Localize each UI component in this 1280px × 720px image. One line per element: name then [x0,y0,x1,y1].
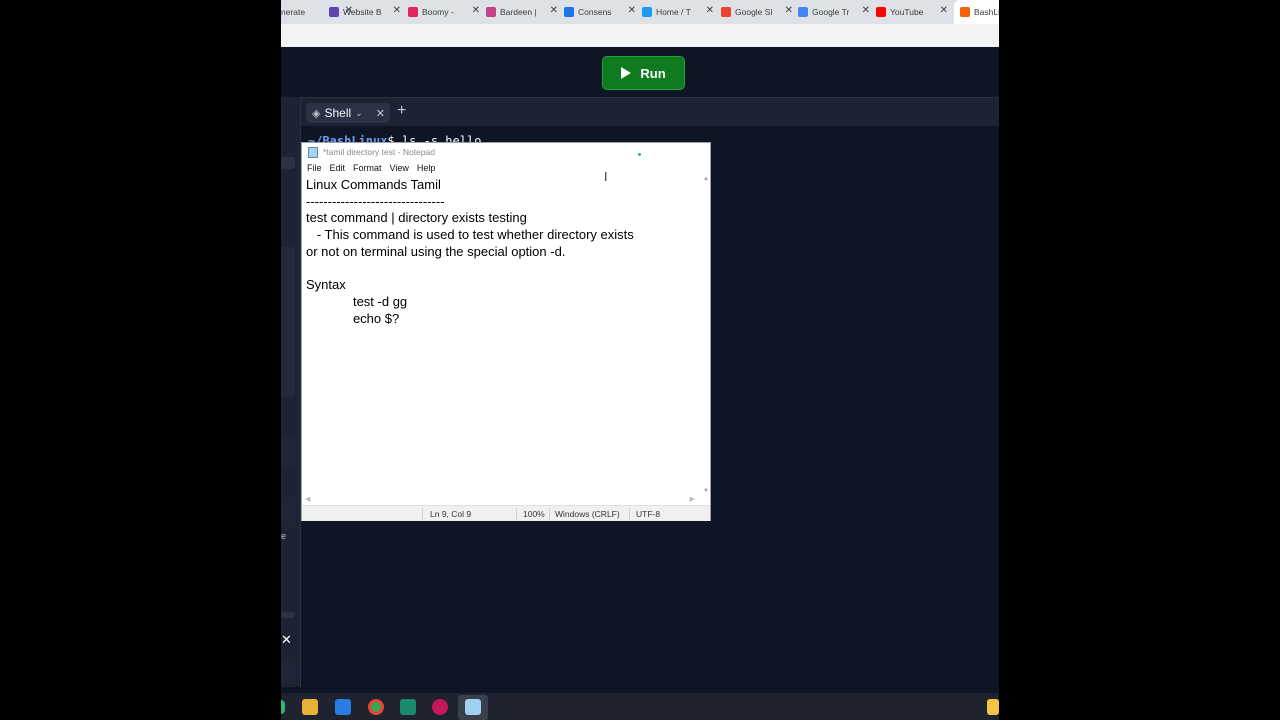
sidebar-panel-edge [281,247,295,397]
shell-icon: ◈ [312,107,321,120]
consensus-favicon [564,7,574,17]
status-divider [516,508,517,520]
tray-icon[interactable] [987,699,999,715]
close-tab-icon[interactable]: ✕ [706,5,714,16]
app-icon[interactable] [281,700,285,714]
close-tab-icon[interactable]: ✕ [376,107,385,120]
sidebar-edge-letter: e [281,531,287,541]
close-tab-icon[interactable]: ✕ [785,5,793,16]
browser-tab-strip: nerate ✕ Website B ✕ Boomy - ✕ Bardeen | ✕ Cons… [281,0,999,24]
status-position: Ln 9, Col 9 [430,509,472,519]
browser-tab[interactable]: Website B ✕ [329,3,401,21]
sidebar-item[interactable] [281,662,295,684]
close-tab-icon[interactable]: ✕ [472,5,480,16]
chrome-icon[interactable] [368,699,384,715]
notepad-status-bar: Ln 9, Col 9 100% Windows (CRLF) UTF-8 [302,505,710,521]
sidebar-item[interactable] [281,437,295,467]
notepad-text-area[interactable]: Linux Commands Tamil -------------------… [306,177,696,495]
sidebar-item[interactable] [281,612,295,618]
bardeen-favicon [486,7,496,17]
browser-tab[interactable]: BashLin [954,0,999,24]
close-tab-icon[interactable]: ✕ [628,5,636,16]
shell-tab-label: Shell [324,106,352,120]
browser-tab-label: Google Tr [812,7,850,17]
terminal-app-icon[interactable] [400,699,416,715]
close-tab-icon[interactable]: ✕ [940,5,948,16]
notepad-menu-bar: File Edit Format View Help [302,161,710,176]
vertical-scrollbar[interactable]: ▲ ▼ [701,176,710,494]
scroll-up-icon[interactable]: ▲ [703,176,709,182]
browser-tab-label: Bardeen | [500,7,537,17]
twitter-icon [642,7,652,17]
horizontal-scrollbar[interactable]: ◀ ▶ [302,495,703,504]
status-divider [422,508,423,520]
media-app-icon[interactable] [432,699,448,715]
text-cursor-icon: I [604,170,608,184]
browser-tab[interactable]: Bardeen | ✕ [486,3,558,21]
file-explorer-icon[interactable] [302,699,318,715]
browser-tab[interactable]: Google Sl ✕ [721,3,793,21]
shell-tab-bar: ◈ Shell ⌄ ✕ + [301,98,999,126]
run-button[interactable]: Run [602,56,685,90]
browser-tab[interactable]: Boomy - ✕ [408,3,480,21]
status-line-ending: Windows (CRLF) [555,509,620,519]
store-icon[interactable] [335,699,351,715]
youtube-icon [876,7,886,17]
browser-tab-label: nerate [281,7,306,17]
notepad-app-icon [308,146,318,158]
notepad-taskbar-icon[interactable] [465,699,481,715]
status-dot-icon [638,153,641,156]
google-icon [721,7,731,17]
scroll-left-icon[interactable]: ◀ [305,495,310,503]
chevron-down-icon[interactable]: ⌄ [355,108,363,119]
boomy-favicon [408,7,418,17]
browser-tab[interactable]: Home / T ✕ [642,3,714,21]
replit-icon [960,7,970,17]
browser-tab-label: Consens [578,7,612,17]
close-tab-icon[interactable]: ✕ [393,5,401,16]
close-icon[interactable]: ✕ [281,632,292,648]
status-encoding: UTF-8 [636,509,661,519]
status-divider [629,508,630,520]
browser-tab-label: Home / T [656,7,691,17]
taskbar [281,693,999,720]
browser-tab-label: YouTube [890,7,924,17]
run-label: Run [640,65,666,81]
notepad-window[interactable]: *tamil directory test - Notepad File Edi… [301,142,711,521]
add-tab-icon[interactable]: + [397,102,406,120]
browser-tab-label: Boomy - [422,7,454,17]
tab-shell[interactable]: ◈ Shell ⌄ ✕ [306,103,390,123]
browser-tab[interactable]: Consens ✕ [564,3,636,21]
browser-tab[interactable]: YouTube ✕ [876,3,948,21]
status-zoom: 100% [523,509,545,519]
website-favicon [329,7,339,17]
play-icon [621,67,632,79]
status-divider [549,508,550,520]
browser-tab-label: BashLin [974,7,999,17]
browser-address-bar[interactable] [281,24,999,47]
browser-tab-label: Website B [343,7,382,17]
menu-view[interactable]: View [390,161,409,176]
close-tab-icon[interactable]: ✕ [862,5,870,16]
google-translate-icon [798,7,808,17]
menu-file[interactable]: File [307,161,322,176]
menu-help[interactable]: Help [417,161,436,176]
browser-tab-label: Google Sl [735,7,773,17]
screen-capture: nerate ✕ Website B ✕ Boomy - ✕ Bardeen | ✕ Cons… [281,0,999,720]
notepad-title: *tamil directory test - Notepad [323,147,435,157]
notepad-title-bar[interactable]: *tamil directory test - Notepad [302,143,710,161]
left-sidebar-strip [281,97,300,687]
sidebar-handle[interactable] [281,157,295,169]
menu-format[interactable]: Format [353,161,382,176]
close-tab-icon[interactable]: ✕ [550,5,558,16]
menu-edit[interactable]: Edit [330,161,346,176]
browser-tab[interactable]: Google Tr ✕ [798,3,870,21]
sidebar-item[interactable] [281,497,295,527]
scroll-down-icon[interactable]: ▼ [703,488,709,494]
scroll-right-icon[interactable]: ▶ [690,495,695,503]
